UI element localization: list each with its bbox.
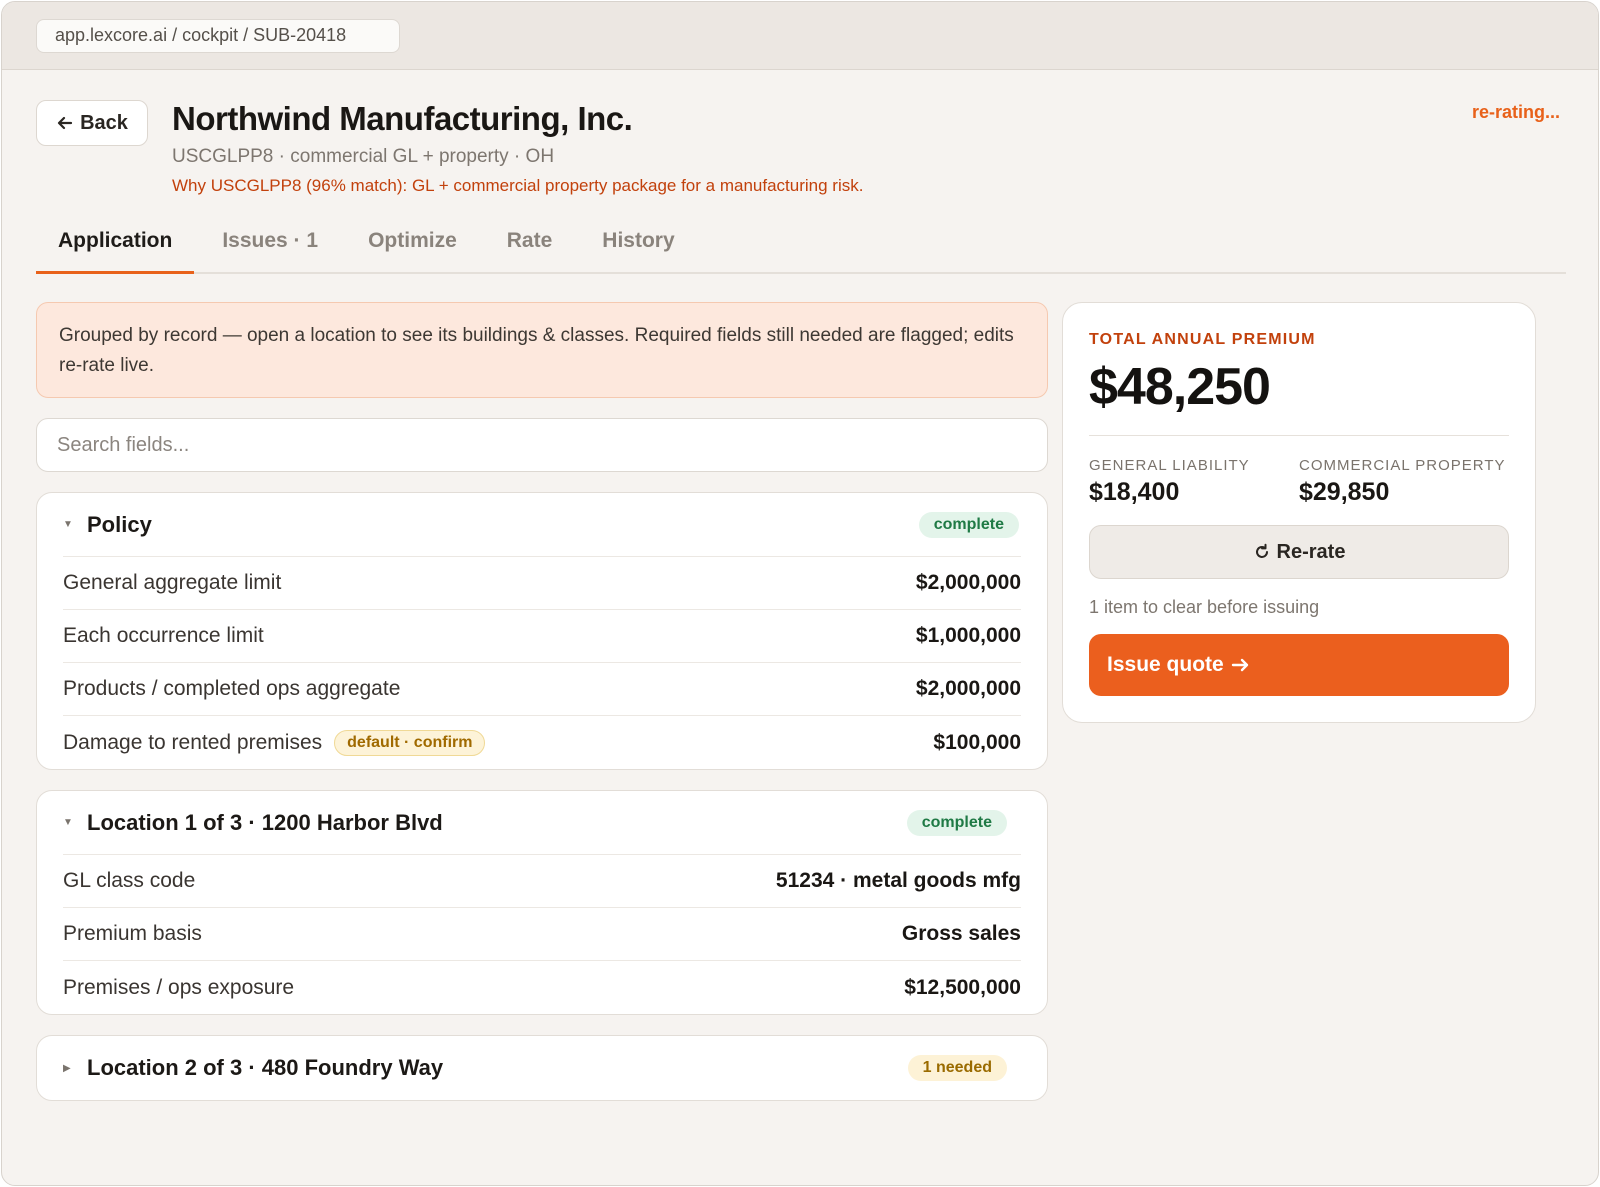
status-badge: complete xyxy=(906,809,1007,836)
rerate-label: Re-rate xyxy=(1276,540,1346,563)
status-badge: 1 needed xyxy=(907,1055,1007,1081)
field-value: $12,500,000 xyxy=(904,975,1021,999)
field-row[interactable]: Damage to rented premises default · conf… xyxy=(63,716,1021,769)
app-window: app.lexcore.ai / cockpit / SUB-20418 Bac… xyxy=(1,1,1599,1186)
location-1-card: ▼ Location 1 of 3 · 1200 Harbor Blvd com… xyxy=(36,790,1048,1015)
tab-history[interactable]: History xyxy=(580,210,696,272)
field-row[interactable]: Each occurrence limit $1,000,000 xyxy=(63,610,1021,663)
field-value: $1,000,000 xyxy=(915,624,1021,647)
location-1-header[interactable]: ▼ Location 1 of 3 · 1200 Harbor Blvd com… xyxy=(63,791,1021,855)
caret-right-icon: ▶ xyxy=(63,1062,71,1074)
field-row[interactable]: Products / completed ops aggregate $2,00… xyxy=(63,663,1021,716)
page-content: Back Northwind Manufacturing, Inc. USCGL… xyxy=(2,70,1598,1101)
url-bar[interactable]: app.lexcore.ai / cockpit / SUB-20418 xyxy=(36,18,400,53)
tab-issues[interactable]: Issues · 1 xyxy=(200,210,340,272)
status-badge: complete xyxy=(918,511,1019,538)
tab-rate[interactable]: Rate xyxy=(485,210,575,272)
issue-label: Issue quote xyxy=(1107,653,1224,676)
property-label: COMMERCIAL PROPERTY xyxy=(1299,457,1506,474)
field-value: 51234 · metal goods mfg xyxy=(775,869,1021,892)
caret-down-icon: ▼ xyxy=(63,519,73,530)
info-notice: Grouped by record — open a location to s… xyxy=(36,302,1048,398)
premium-breakdown: GENERAL LIABILITY $18,400 COMMERCIAL PRO… xyxy=(1089,456,1509,507)
rerate-button[interactable]: Re-rate xyxy=(1089,525,1509,579)
clear-note: 1 item to clear before issuing xyxy=(1089,597,1320,617)
divider xyxy=(1089,435,1509,436)
page-header: Back Northwind Manufacturing, Inc. USCGL… xyxy=(36,70,1564,210)
section-title: Location 1 of 3 · 1200 Harbor Blvd xyxy=(87,809,443,835)
application-panel: Grouped by record — open a location to s… xyxy=(36,302,1048,1101)
tab-label: Rate xyxy=(506,229,553,252)
page-title: Northwind Manufacturing, Inc. xyxy=(172,100,633,137)
field-value: $2,000,000 xyxy=(915,677,1021,700)
field-row[interactable]: Premises / ops exposure $12,500,000 xyxy=(63,961,1021,1014)
gl-label: GENERAL LIABILITY xyxy=(1089,457,1250,474)
refresh-icon xyxy=(1255,543,1268,558)
field-value: Gross sales xyxy=(901,922,1021,945)
tab-bar: Application Issues · 1 Optimize Rate His… xyxy=(36,210,1566,274)
field-label: Premises / ops exposure xyxy=(63,975,295,999)
field-label: Each occurrence limit xyxy=(63,624,264,647)
field-label: Products / completed ops aggregate xyxy=(63,677,401,700)
field-row[interactable]: Premium basis Gross sales xyxy=(63,908,1021,961)
field-label: Premium basis xyxy=(63,922,202,945)
field-value: $100,000 xyxy=(933,730,1021,754)
field-row[interactable]: General aggregate limit $2,000,000 xyxy=(63,557,1021,610)
property-value: $29,850 xyxy=(1299,478,1390,506)
rerating-status: re-rating... xyxy=(1471,102,1560,122)
back-label: Back xyxy=(80,111,128,134)
field-label: GL class code xyxy=(63,869,196,892)
search-input[interactable] xyxy=(36,418,1048,472)
policy-header[interactable]: ▼ Policy complete xyxy=(63,493,1021,557)
main-area: Grouped by record — open a location to s… xyxy=(36,302,1564,1101)
tab-application[interactable]: Application xyxy=(36,210,195,274)
arrow-left-icon xyxy=(57,116,73,130)
tab-label: Optimize xyxy=(368,229,457,252)
field-label-group: Damage to rented premises default · conf… xyxy=(63,729,486,756)
caret-down-icon: ▼ xyxy=(63,817,73,828)
tab-label: History xyxy=(602,229,675,252)
field-value: $2,000,000 xyxy=(915,571,1021,594)
field-label: Damage to rented premises xyxy=(63,730,323,754)
premium-label: TOTAL ANNUAL PREMIUM xyxy=(1089,331,1316,348)
field-label: General aggregate limit xyxy=(63,571,282,594)
premium-total: $48,250 xyxy=(1089,358,1271,416)
url-text: app.lexcore.ai / cockpit / SUB-20418 xyxy=(55,25,347,45)
property-breakdown: COMMERCIAL PROPERTY $29,850 xyxy=(1299,456,1509,507)
browser-topbar: app.lexcore.ai / cockpit / SUB-20418 xyxy=(2,2,1598,70)
section-title: Policy xyxy=(87,511,152,537)
tab-label: Application xyxy=(58,229,173,252)
gl-breakdown: GENERAL LIABILITY $18,400 xyxy=(1089,456,1299,507)
page-subtitle: USCGLPP8 · commercial GL + property · OH xyxy=(172,146,555,167)
field-row[interactable]: GL class code 51234 · metal goods mfg xyxy=(63,855,1021,908)
policy-card: ▼ Policy complete General aggregate limi… xyxy=(36,492,1048,770)
premium-summary-card: TOTAL ANNUAL PREMIUM $48,250 GENERAL LIA… xyxy=(1062,302,1536,723)
match-reason: Why USCGLPP8 (96% match): GL + commercia… xyxy=(172,176,864,195)
location-2-header[interactable]: ▶ Location 2 of 3 · 480 Foundry Way 1 ne… xyxy=(63,1036,1021,1100)
location-2-card: ▶ Location 2 of 3 · 480 Foundry Way 1 ne… xyxy=(36,1035,1048,1101)
tab-label: Issues · 1 xyxy=(222,229,319,252)
tab-optimize[interactable]: Optimize xyxy=(346,210,479,272)
arrow-right-icon xyxy=(1231,658,1248,672)
issue-quote-button[interactable]: Issue quote xyxy=(1089,634,1509,696)
default-confirm-badge[interactable]: default · confirm xyxy=(334,729,486,756)
section-title: Location 2 of 3 · 480 Foundry Way xyxy=(87,1055,444,1080)
back-button[interactable]: Back xyxy=(36,100,148,146)
gl-value: $18,400 xyxy=(1089,478,1180,506)
